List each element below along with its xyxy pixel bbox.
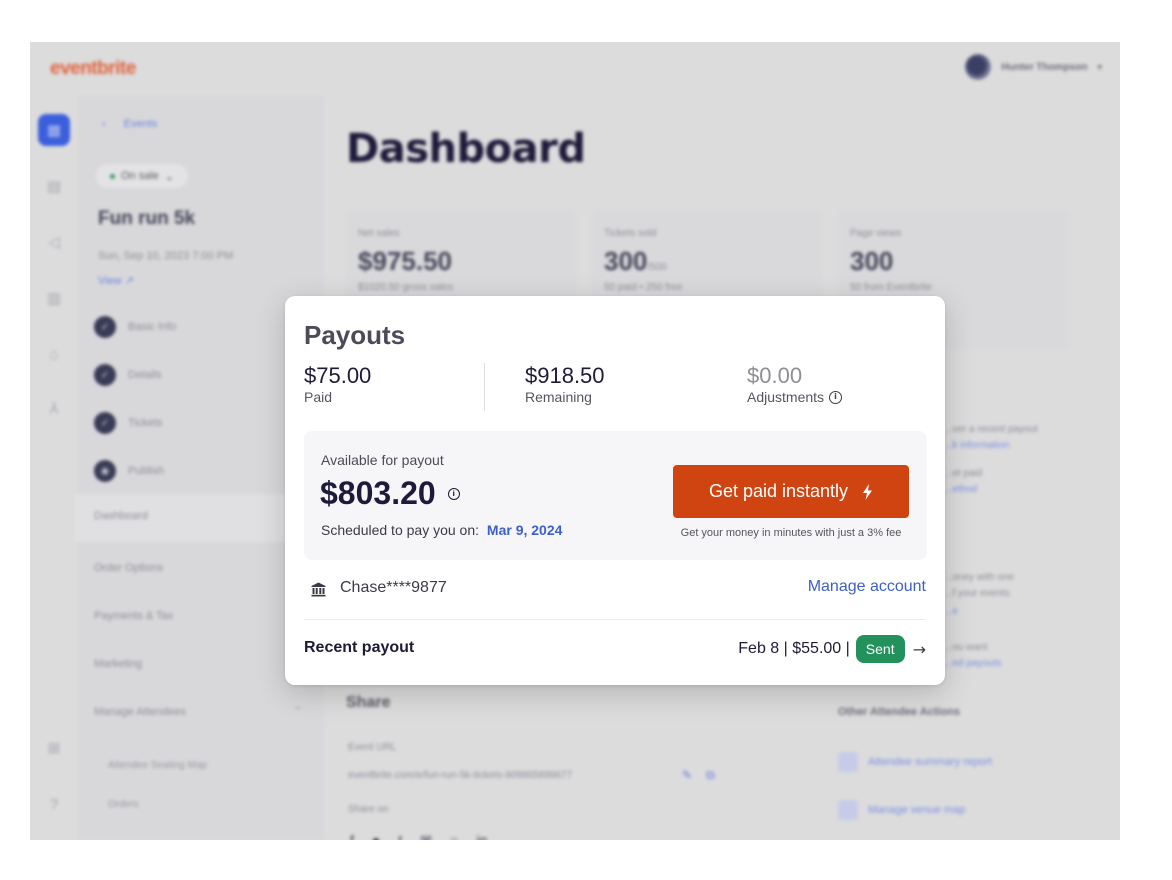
modal-title: Payouts — [304, 320, 406, 350]
page-title: Dashboard — [346, 126, 586, 172]
chevron-left-icon: ‹ — [102, 118, 106, 130]
check-icon: ✓ — [94, 316, 116, 338]
get-paid-instantly-button[interactable]: Get paid instantly — [673, 465, 909, 518]
payout-summary: $75.00 Paid $918.50 Remaining $0.00 Adju… — [304, 363, 926, 413]
recent-payout-row[interactable]: Recent payout Feb 8 | $55.00 | Sent → — [304, 634, 926, 666]
whatsapp-icon[interactable]: ○ — [450, 832, 458, 840]
orders-icon[interactable]: ▤ — [38, 170, 70, 202]
edit-icon[interactable]: ✎ — [682, 768, 692, 783]
report-icon — [838, 752, 858, 772]
nav-payments-tax[interactable]: Payments & Tax — [94, 610, 173, 622]
user-menu[interactable]: Hunter Thompson ▾ — [965, 54, 1102, 80]
linkedin-icon[interactable]: in — [476, 832, 487, 840]
status-badge: Sent — [855, 635, 905, 663]
available-payout-card: Available for payout $803.20 i Scheduled… — [304, 431, 927, 560]
recent-payout-info: Feb 8 | $55.00 | — [738, 640, 850, 657]
instant-fee-note: Get your money in minutes with just a 3%… — [680, 527, 902, 539]
status-dropdown[interactable]: On sale ⌄ — [96, 164, 189, 188]
payouts-modal: Payouts $75.00 Paid $918.50 Remaining $0… — [285, 296, 945, 685]
chevron-up-icon[interactable]: ⌃ — [294, 706, 302, 717]
nav-attendee-seating-map[interactable]: Attendee Seating Map — [108, 760, 207, 771]
avatar — [965, 54, 992, 80]
chevron-down-icon: ⌄ — [164, 170, 175, 183]
twitter-icon[interactable]: t — [398, 832, 402, 840]
summary-adjustments: $0.00 Adjustments i — [747, 363, 843, 405]
manage-venue-map-link[interactable]: Manage venue map — [838, 800, 965, 820]
lightning-bolt-icon — [863, 483, 873, 500]
messenger-icon[interactable]: ● — [372, 832, 380, 840]
nav-order-options[interactable]: Order Options — [94, 562, 163, 574]
panel-link[interactable]: ...e — [944, 606, 958, 617]
panel-link[interactable]: ...ed payouts — [944, 658, 1001, 669]
facebook-icon[interactable]: f — [350, 832, 354, 840]
bank-icon[interactable]: ⌂ — [38, 338, 70, 370]
check-icon: ✓ — [94, 412, 116, 434]
manage-account-link[interactable]: Manage account — [808, 578, 926, 596]
eventbrite-logo[interactable]: eventbrite — [50, 58, 136, 80]
scheduled-date: Mar 9, 2024 — [486, 522, 563, 538]
view-event-link[interactable]: View ↗ — [98, 274, 134, 287]
event-date: Sun, Sep 10, 2023 7:00 PM — [98, 250, 234, 262]
panel-link[interactable]: ...k information — [944, 440, 1010, 451]
event-url[interactable]: eventbrite.com/e/fun-run-5k-tickets-9098… — [348, 770, 572, 781]
bank-account-name: Chase****9877 — [340, 579, 447, 596]
event-url-label: Event URL — [348, 742, 397, 753]
available-amount: $803.20 i — [320, 475, 460, 512]
megaphone-icon[interactable]: ◁ — [38, 226, 70, 258]
icon-rail: ▦ ▤ ◁ ▥ ⌂ ⅄ ⊞ ? — [30, 96, 78, 840]
nav-manage-attendees[interactable]: Manage Attendees — [94, 706, 186, 718]
chevron-down-icon: ▾ — [1097, 61, 1102, 72]
status-dot — [110, 173, 115, 179]
panel-text: ...oney with one — [944, 572, 1015, 583]
info-icon[interactable]: i — [829, 390, 843, 404]
network-icon[interactable]: ⅄ — [38, 392, 70, 424]
copy-icon[interactable]: ⧉ — [706, 768, 715, 783]
email-icon[interactable]: ✉ — [420, 832, 432, 840]
panel-text: ...et paid — [944, 468, 983, 479]
panel-text: ...ver a recent payout — [944, 424, 1038, 435]
available-label: Available for payout — [321, 452, 444, 468]
step-publish[interactable]: ◉ Publish — [94, 460, 164, 482]
chart-icon[interactable]: ▥ — [38, 282, 70, 314]
panel-text: ...f your events — [944, 588, 1010, 599]
panel-text: ...ou want — [944, 642, 988, 653]
panel-link[interactable]: ...ethod — [944, 484, 977, 495]
top-bar: eventbrite Hunter Thompson ▾ — [30, 42, 1120, 96]
step-tickets[interactable]: ✓ Tickets — [94, 412, 162, 434]
back-to-events-link[interactable]: ‹ Events — [102, 118, 157, 130]
arrow-right-icon[interactable]: → — [913, 640, 926, 659]
help-icon[interactable]: ? — [38, 788, 70, 820]
user-name: Hunter Thompson — [1001, 61, 1088, 73]
url-actions: ✎ ⧉ — [682, 768, 715, 783]
event-title: Fun run 5k — [98, 208, 196, 229]
nav-marketing[interactable]: Marketing — [94, 658, 142, 670]
bank-account-row: Chase****9877 Manage account — [304, 576, 926, 602]
venue-map-icon — [838, 800, 858, 820]
other-attendee-actions-heading: Other Attendee Actions — [838, 706, 961, 718]
step-basic-info[interactable]: ✓ Basic Info — [94, 316, 176, 338]
summary-remaining: $918.50 Remaining — [525, 363, 605, 405]
divider — [304, 619, 926, 620]
scheduled-payout: Scheduled to pay you on: Mar 9, 2024 — [321, 522, 563, 538]
publish-icon: ◉ — [94, 460, 116, 482]
recent-payout-label: Recent payout — [304, 639, 415, 656]
share-on-label: Share on — [348, 804, 389, 815]
share-heading: Share — [346, 694, 391, 711]
info-icon[interactable]: i — [447, 487, 460, 500]
bank-icon — [311, 582, 326, 597]
nav-orders[interactable]: Orders — [108, 799, 139, 810]
social-share-icons: f ● t ✉ ○ in — [350, 832, 487, 840]
summary-paid: $75.00 Paid — [304, 363, 372, 405]
apps-icon[interactable]: ⊞ — [38, 732, 70, 764]
calendar-icon[interactable]: ▦ — [38, 114, 70, 146]
check-icon: ✓ — [94, 364, 116, 386]
attendee-summary-report-link[interactable]: Attendee summary report — [838, 752, 992, 772]
divider — [484, 363, 485, 411]
step-details[interactable]: ✓ Details — [94, 364, 162, 386]
